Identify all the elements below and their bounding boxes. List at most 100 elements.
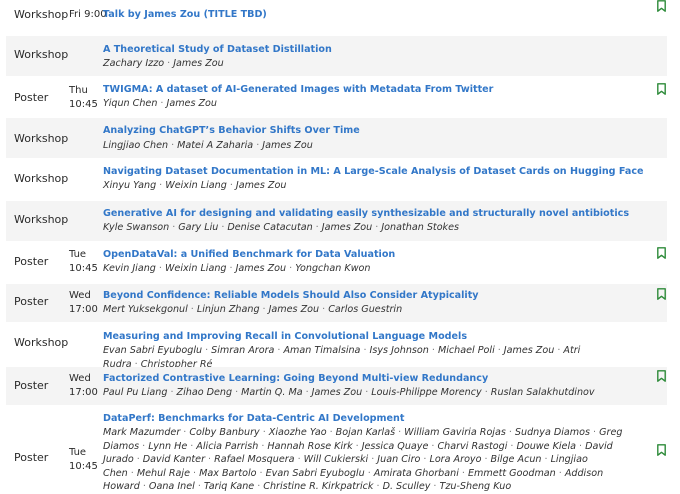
author-separator: · (375, 222, 379, 233)
author-name: Rafael Mosquera (214, 454, 295, 465)
author-name: Bojan Karlaš (335, 427, 396, 438)
author-name: Colby Banbury (189, 427, 260, 438)
author-separator: · (363, 345, 367, 356)
author-name: Tzu-Sheng Kuo (439, 481, 512, 492)
author-separator: · (257, 481, 261, 492)
session-title-link[interactable]: A Theoretical Study of Dataset Distillat… (103, 44, 637, 55)
author-name: Mert Yuksekgonul (103, 304, 188, 315)
author-separator: · (229, 263, 233, 274)
bookmark-icon[interactable] (657, 247, 666, 259)
session-type: Poster (14, 91, 49, 104)
session-row: Poster Wed 17:00 Factorized Contrastive Lea… (6, 367, 667, 405)
session-row: Workshop A Theoretical Study of Dataset D… (6, 36, 667, 76)
session-title-link[interactable]: Navigating Dataset Documentation in ML: … (103, 166, 644, 177)
author-separator: · (297, 454, 301, 465)
session-type: Workshop (14, 48, 69, 61)
author-name: Oana Inel (148, 481, 195, 492)
author-name: Linjun Zhang (196, 304, 260, 315)
author-name: Simran Arora (211, 345, 275, 356)
author-name: Jonathan Stokes (381, 222, 460, 233)
author-separator: · (579, 440, 583, 452)
session-title-link[interactable]: Beyond Confidence: Reliable Models Shoul… (103, 290, 637, 301)
session-type: Poster (14, 451, 49, 464)
session-day: Wed (69, 290, 91, 301)
bookmark-icon[interactable] (657, 444, 666, 456)
session-authors: Zachary Izzo · James Zou (103, 57, 639, 71)
author-name: Weixin Liang (164, 263, 227, 274)
author-separator: · (172, 222, 176, 233)
session-title-link[interactable]: Generative AI for designing and validati… (103, 208, 637, 219)
author-name: Lynn He (148, 440, 188, 452)
author-separator: · (508, 427, 512, 438)
author-name: Zihao Deng (176, 387, 233, 398)
author-name: Xinyu Yang (103, 180, 157, 191)
author-separator: · (367, 467, 371, 479)
author-separator: · (423, 454, 427, 465)
author-separator: · (544, 454, 548, 465)
author-name: Isys Johnson (369, 345, 429, 356)
bookmark-icon[interactable] (657, 370, 666, 382)
author-separator: · (261, 440, 265, 452)
author-separator: · (197, 481, 201, 492)
author-separator: · (221, 222, 225, 233)
author-separator: · (497, 345, 501, 356)
session-row: Workshop Analyzing ChatGPT’s Behavior Shi… (6, 118, 667, 158)
session-type: Workshop (14, 132, 69, 145)
author-name: Yongchan Kwon (295, 263, 371, 274)
session-title-link[interactable]: Measuring and Improving Recall in Convol… (103, 331, 637, 342)
session-title-link[interactable]: TWIGMA: A dataset of AI-Generated Images… (103, 84, 637, 95)
session-title-link[interactable]: Factorized Contrastive Learning: Going B… (103, 373, 637, 384)
author-name: Will Cukierski (303, 454, 369, 465)
author-separator: · (289, 263, 293, 274)
session-authors: Mark Mazumder · Colby Banbury · Xiaozhe Yao ·… (103, 426, 639, 494)
session-type: Workshop (14, 8, 69, 21)
session-title-link[interactable]: Talk by James Zou (TITLE TBD) (103, 9, 637, 20)
session-authors: Xinyu Yang · Weixin Liang · James Zou (103, 179, 639, 193)
session-type: Workshop (14, 336, 69, 349)
author-name: Evan Sabri Eyuboglu (103, 345, 203, 356)
author-separator: · (329, 427, 333, 438)
session-day: Thu (69, 85, 88, 96)
author-separator: · (171, 140, 175, 151)
author-name: Emmett Goodman (467, 467, 556, 479)
author-separator: · (190, 440, 194, 452)
author-separator: · (136, 454, 140, 465)
author-separator: · (431, 440, 435, 452)
author-name: David Kanter (142, 454, 206, 465)
author-separator: · (229, 180, 233, 191)
bookmark-icon[interactable] (657, 0, 666, 12)
author-name: Michael Poli (437, 345, 495, 356)
author-separator: · (235, 387, 239, 398)
author-separator: · (190, 304, 194, 315)
author-separator: · (205, 345, 209, 356)
session-title-link[interactable]: OpenDataVal: a Unified Benchmark for Dat… (103, 249, 637, 260)
session-hour: 17:00 (69, 387, 98, 398)
author-name: Sudnya Diamos (514, 427, 591, 438)
author-separator: · (371, 454, 375, 465)
session-authors: Lingjiao Chen · Matei A Zaharia · James Zou (103, 139, 639, 153)
session-row: Poster Tue 10:45 DataPerf: Benchmarks for D… (6, 408, 667, 492)
session-day: Tue (69, 447, 87, 458)
bookmark-icon[interactable] (657, 288, 666, 300)
author-separator: · (142, 481, 146, 492)
author-separator: · (193, 467, 197, 479)
session-type: Poster (14, 295, 49, 308)
session-title-link[interactable]: DataPerf: Benchmarks for Data-Centric AI… (103, 413, 637, 424)
session-row: Workshop Navigating Dataset Documentation… (6, 160, 667, 196)
author-name: Paul Pu Liang (103, 387, 168, 398)
author-name: James Zou (166, 98, 218, 109)
session-day: Fri (69, 9, 81, 20)
author-separator: · (160, 98, 164, 109)
session-title-link[interactable]: Analyzing ChatGPT’s Behavior Shifts Over… (103, 125, 637, 136)
session-row: Poster Thu 10:45 TWIGMA: A dataset of AI-Ge… (6, 79, 667, 115)
session-hour: 17:00 (69, 304, 98, 315)
author-separator: · (259, 467, 263, 479)
session-day: Wed (69, 373, 91, 384)
session-row: Poster Wed 17:00 Beyond Confidence: Reliabl… (6, 284, 667, 322)
session-type: Workshop (14, 172, 69, 185)
session-authors: Mert Yuksekgonul · Linjun Zhang · James Zou ·… (103, 303, 639, 317)
bookmark-icon[interactable] (657, 83, 666, 95)
author-separator: · (461, 467, 465, 479)
author-separator: · (142, 440, 146, 452)
author-separator: · (158, 263, 162, 274)
